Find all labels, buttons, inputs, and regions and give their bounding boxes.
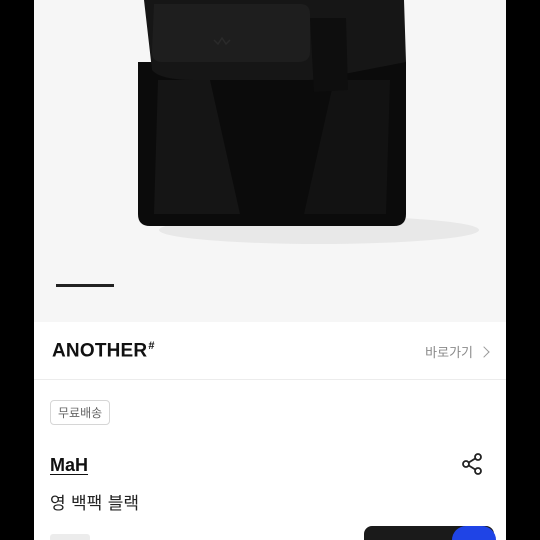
brand-name-text: ANOTHER — [52, 340, 148, 362]
bottom-primary-button[interactable] — [452, 526, 496, 540]
brand-shortcut-link[interactable]: 바로가기 — [425, 342, 490, 361]
brand-mark: # — [148, 340, 155, 352]
free-shipping-badge: 무료배송 — [50, 400, 111, 425]
price-placeholder — [50, 534, 90, 540]
brand-name: ANOTHER# — [52, 340, 155, 362]
product-page: ANOTHER# 바로가기 무료배송 MaH 영 백팩 블랙 — [34, 0, 506, 540]
seller-name[interactable]: MaH — [50, 455, 88, 476]
backpack-image — [138, 0, 479, 244]
product-title: 영 백팩 블랙 — [50, 494, 140, 514]
brand-row[interactable]: ANOTHER# 바로가기 — [34, 322, 506, 380]
product-image-carousel[interactable] — [34, 0, 506, 322]
share-icon[interactable] — [460, 452, 484, 476]
brand-shortcut-label: 바로가기 — [425, 346, 473, 361]
carousel-indicator — [56, 284, 114, 287]
chevron-right-icon — [478, 345, 490, 358]
